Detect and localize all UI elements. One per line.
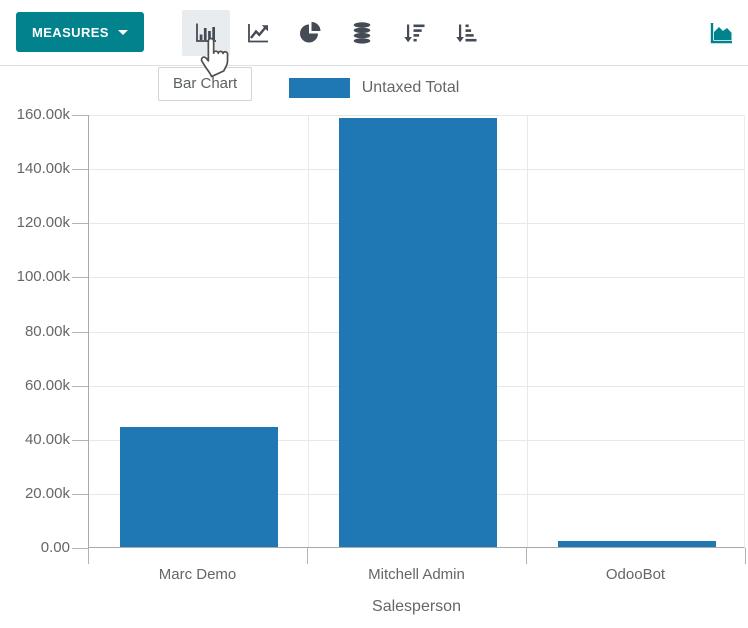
y-tick-label: 100.00k <box>17 268 70 285</box>
x-tick <box>307 548 308 564</box>
line-chart-icon <box>245 20 271 46</box>
y-tick <box>72 494 88 495</box>
x-category-label: Mitchell Admin <box>327 566 507 583</box>
database-icon <box>349 20 375 46</box>
bar[interactable] <box>120 427 278 547</box>
caret-down-icon <box>118 30 128 35</box>
legend-label: Untaxed Total <box>362 79 460 97</box>
y-tick-label: 60.00k <box>25 377 70 394</box>
bar[interactable] <box>558 541 716 547</box>
x-category-label: Marc Demo <box>108 566 288 583</box>
sort-amount-asc-icon <box>453 20 479 46</box>
sort-desc-button[interactable] <box>390 10 438 56</box>
x-tick <box>88 548 89 564</box>
pie-chart-icon <box>297 20 323 46</box>
x-grid-line <box>527 115 528 547</box>
sort-amount-desc-icon <box>401 20 427 46</box>
legend-item[interactable]: Untaxed Total <box>0 78 748 98</box>
y-tick <box>72 223 88 224</box>
x-grid-line <box>308 115 309 547</box>
y-tick-label: 80.00k <box>25 323 70 340</box>
database-button[interactable] <box>338 10 386 56</box>
y-tick <box>72 386 88 387</box>
y-tick-label: 40.00k <box>25 431 70 448</box>
measures-label: MEASURES <box>32 25 109 40</box>
y-tick-label: 160.00k <box>17 106 70 123</box>
bar-chart: Untaxed Total Salesperson 160.00k 140.00k… <box>0 67 748 628</box>
y-tick-label: 140.00k <box>17 160 70 177</box>
measures-button[interactable]: MEASURES <box>16 12 144 52</box>
y-tick-label: 20.00k <box>25 485 70 502</box>
legend-color-box <box>289 78 350 98</box>
y-tick <box>72 332 88 333</box>
y-tick <box>72 440 88 441</box>
y-grid-line <box>89 115 744 116</box>
line-chart-button[interactable] <box>234 10 282 56</box>
y-tick-label: 120.00k <box>17 214 70 231</box>
x-axis-title: Salesperson <box>88 598 745 616</box>
bar[interactable] <box>339 118 497 547</box>
y-tick <box>72 169 88 170</box>
graph-view: MEASURES <box>0 0 748 628</box>
cursor-pointer-icon <box>196 35 234 84</box>
x-tick <box>526 548 527 564</box>
y-tick <box>72 115 88 116</box>
y-tick-label: 0.00 <box>41 539 70 556</box>
graph-view-switcher-button[interactable] <box>698 11 744 57</box>
pie-chart-button[interactable] <box>286 10 334 56</box>
x-tick <box>745 548 746 564</box>
y-tick <box>72 548 88 549</box>
plot-area <box>88 115 745 548</box>
area-chart-icon <box>706 18 736 51</box>
sort-asc-button[interactable] <box>442 10 490 56</box>
y-tick <box>72 277 88 278</box>
toolbar: MEASURES <box>0 0 748 66</box>
x-category-label: OdooBot <box>546 566 726 583</box>
